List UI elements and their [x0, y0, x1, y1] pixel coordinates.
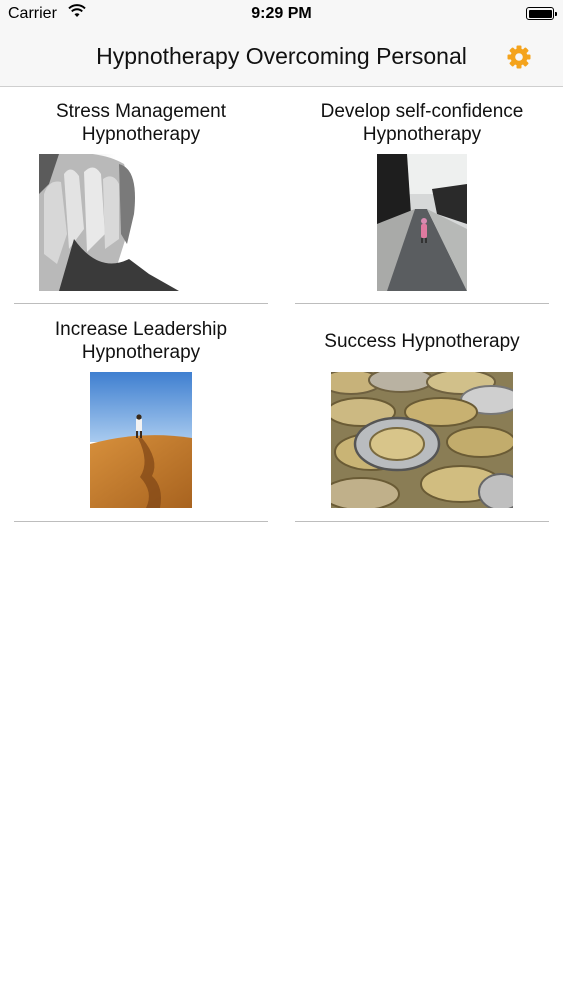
category-title: Success Hypnotherapy [324, 330, 520, 352]
category-title: Increase Leadership Hypnotherapy [54, 319, 228, 363]
category-cell-stress-management[interactable]: Stress Management Hypnotherapy [14, 100, 268, 304]
navigation-bar: Hypnotherapy Overcoming Personal [0, 30, 563, 87]
cell-divider [295, 521, 549, 522]
category-cell-leadership[interactable]: Increase Leadership Hypnotherapy [14, 318, 268, 522]
nav-title: Hypnotherapy Overcoming Personal [96, 43, 467, 69]
cell-divider [14, 521, 268, 522]
category-cell-self-confidence[interactable]: Develop self-confidence Hypnotherapy [295, 100, 549, 304]
desert-walker-photo [90, 372, 192, 508]
child-on-road-photo [377, 154, 467, 291]
man-covering-face-photo [39, 154, 193, 291]
cell-divider [14, 303, 268, 304]
status-time: 9:29 PM [251, 5, 312, 22]
category-cell-success[interactable]: Success Hypnotherapy [295, 318, 549, 522]
status-bar: Carrier 9:29 PM [0, 0, 563, 30]
cell-divider [295, 303, 549, 304]
coins-photo [331, 372, 513, 508]
gear-icon[interactable] [505, 43, 533, 71]
category-title: Stress Management Hypnotherapy [55, 101, 227, 145]
battery-icon [526, 7, 557, 20]
category-title: Develop self-confidence Hypnotherapy [320, 101, 524, 145]
